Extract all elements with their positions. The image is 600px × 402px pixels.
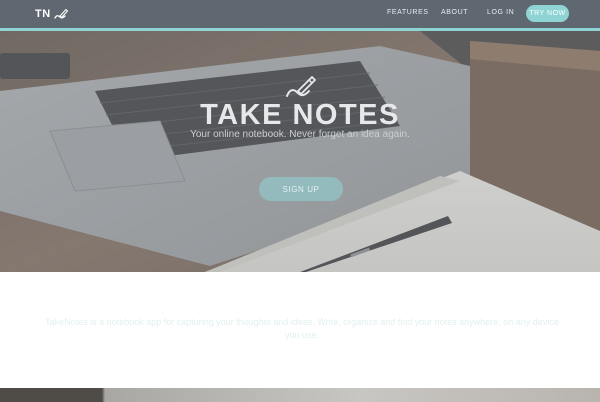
nav-link-features[interactable]: FEATURES xyxy=(387,9,429,16)
intro-text: TakeNotes is a notebook app for capturin… xyxy=(45,317,559,340)
notebook-pencil-icon xyxy=(286,76,316,97)
nav-links: FEATURES ABOUT LOG IN xyxy=(0,9,600,21)
nav-link-login[interactable]: LOG IN xyxy=(487,9,514,16)
next-section-image xyxy=(0,388,600,402)
hero-title: TAKE NOTES xyxy=(200,99,400,131)
hero-subtitle: Your online notebook. Never forget an id… xyxy=(190,129,410,140)
sign-up-button[interactable]: SIGN UP xyxy=(259,177,343,201)
hero-overlay xyxy=(0,31,600,272)
navbar: TN FEATURES ABOUT LOG IN TRY NOW xyxy=(0,0,600,31)
try-now-button[interactable]: TRY NOW xyxy=(526,5,569,22)
nav-link-about[interactable]: ABOUT xyxy=(441,9,468,16)
hero-section: TAKE NOTES Your online notebook. Never f… xyxy=(0,31,600,272)
